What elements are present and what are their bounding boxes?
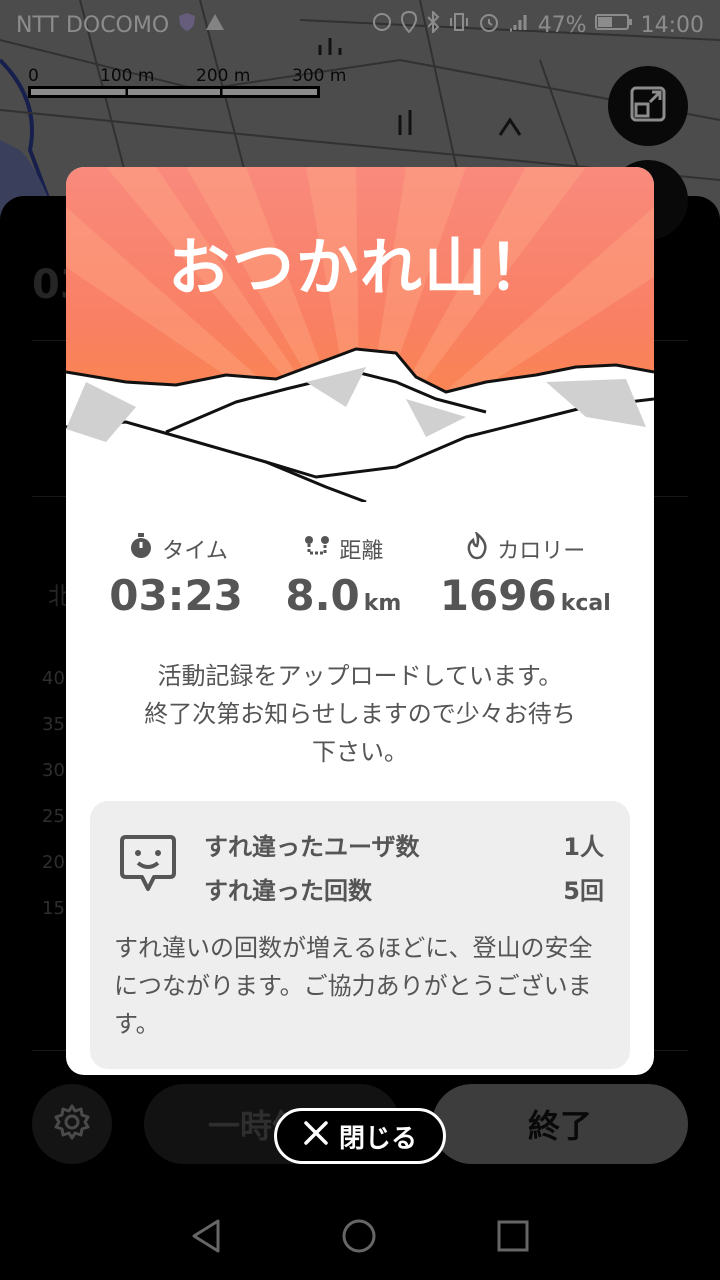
stat-value: 8.0 bbox=[285, 571, 360, 620]
passing-count-value: 5回 bbox=[563, 877, 604, 905]
flame-icon bbox=[465, 530, 489, 566]
stat-label: 距離 bbox=[339, 539, 384, 564]
stats-row: タイム 03:23 距離 8.0 km カロリー 1696 kcal bbox=[66, 529, 654, 620]
route-icon bbox=[303, 533, 331, 565]
stat-value: 03:23 bbox=[109, 571, 243, 620]
passing-count-row: すれ違った回数 5回 bbox=[204, 871, 604, 906]
upload-message-line: 下さい。 bbox=[312, 738, 408, 766]
close-dialog-button[interactable]: 閉じる bbox=[274, 1108, 446, 1164]
passing-chat-icon bbox=[120, 833, 176, 897]
stat-value: 1696 bbox=[439, 571, 557, 620]
close-icon bbox=[303, 1120, 329, 1153]
passing-users-row: すれ違ったユーザ数 1人 bbox=[204, 827, 604, 862]
passing-note: すれ違いの回数が増えるほどに、登山の安全につながります。ご協力ありがとうございま… bbox=[114, 934, 593, 1038]
hero-banner: おつかれ山！ bbox=[66, 167, 654, 502]
passing-users-value: 1人 bbox=[563, 833, 604, 861]
passing-users-label: すれ違ったユーザ数 bbox=[204, 833, 420, 861]
upload-message-line: 活動記録をアップロードしています。 bbox=[157, 662, 563, 690]
summary-dialog: おつかれ山！ タイム 03:23 距離 8.0 km カロリー 1696 kcal … bbox=[66, 167, 654, 1075]
stat-calories: カロリー 1696 kcal bbox=[440, 529, 611, 620]
close-label: 閉じる bbox=[338, 1123, 417, 1154]
stat-unit: km bbox=[363, 591, 402, 616]
stat-distance: 距離 8.0 km bbox=[285, 529, 401, 620]
stat-unit: kcal bbox=[560, 591, 611, 616]
upload-message-line: 終了次第お知らせしますので少々お待ち bbox=[144, 700, 576, 728]
upload-message: 活動記録をアップロードしています。 終了次第お知らせしますので少々お待ち 下さい… bbox=[106, 657, 614, 771]
dialog-title: おつかれ山！ bbox=[167, 231, 552, 304]
stat-time: タイム 03:23 bbox=[109, 529, 247, 620]
stat-label: タイム bbox=[162, 539, 228, 564]
passing-info-box: すれ違ったユーザ数 1人 すれ違った回数 5回 すれ違いの回数が増えるほどに、登… bbox=[90, 801, 630, 1069]
stopwatch-icon bbox=[128, 532, 154, 566]
passing-count-label: すれ違った回数 bbox=[204, 877, 372, 905]
stat-label: カロリー bbox=[497, 539, 586, 564]
